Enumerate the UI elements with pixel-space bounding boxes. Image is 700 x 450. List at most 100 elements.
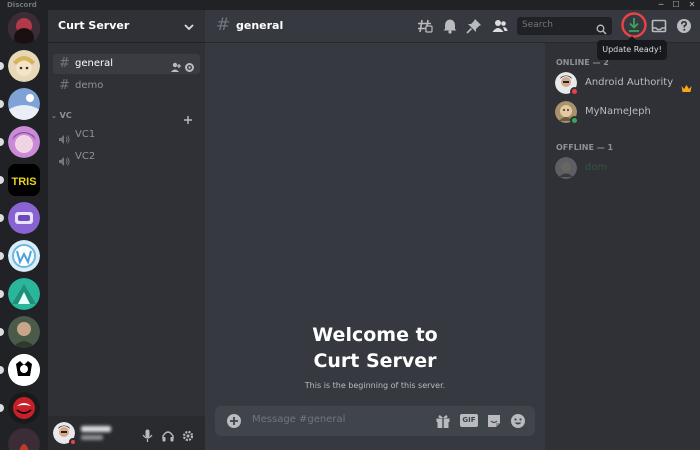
- title-bar: Discord ─ ☐ ✕: [0, 0, 700, 10]
- app-name: Discord: [7, 1, 37, 9]
- tooltip-arrow: [628, 36, 636, 40]
- category-label: VC: [59, 111, 72, 120]
- member-mynamejeph[interactable]: MyNameJeph: [555, 101, 695, 125]
- server-avatar-4-icon: [8, 126, 40, 158]
- server-icon-3[interactable]: [8, 88, 40, 120]
- search-input[interactable]: Search: [517, 17, 612, 35]
- svg-text:TRIS: TRIS: [11, 176, 36, 188]
- user-tag-redacted: [81, 435, 103, 440]
- unread-indicator: [0, 176, 4, 184]
- server-avatar-6-icon: [8, 202, 40, 234]
- hashtag-icon: #: [216, 15, 231, 35]
- unread-indicator: [0, 138, 4, 146]
- voice-category[interactable]: ⌄ VC: [51, 111, 72, 120]
- server-icon-12[interactable]: [8, 428, 40, 450]
- close-button[interactable]: ✕: [686, 0, 698, 10]
- discord-window: Discord ─ ☐ ✕ TRIS Curt Server # general…: [0, 0, 700, 450]
- invite-icon[interactable]: [171, 58, 182, 77]
- welcome-subtitle: This is the beginning of this server.: [304, 381, 446, 390]
- dnd-status-icon: [570, 87, 579, 96]
- sticker-icon[interactable]: [486, 413, 502, 433]
- server-icon-6[interactable]: [8, 202, 40, 234]
- maximize-button[interactable]: ☐: [670, 0, 682, 10]
- gear-icon[interactable]: [184, 58, 195, 77]
- server-avatar-1-icon: [8, 12, 40, 44]
- server-icon-9[interactable]: [8, 316, 40, 348]
- search-icon: [596, 20, 607, 39]
- channel-label: VC1: [75, 129, 96, 140]
- channel-label: VC2: [75, 151, 96, 162]
- voice-channel-vc1[interactable]: VC1: [53, 125, 200, 145]
- unread-indicator: [0, 252, 4, 260]
- server-avatar-10-icon: [8, 354, 40, 386]
- server-icon-5[interactable]: TRIS: [8, 164, 40, 196]
- user-panel: [48, 416, 205, 450]
- bell-icon[interactable]: [442, 18, 458, 34]
- message-composer[interactable]: Message #general GIF: [215, 406, 535, 436]
- server-icon-11[interactable]: [8, 392, 40, 424]
- gift-icon[interactable]: [435, 413, 451, 433]
- avatar: [555, 157, 577, 179]
- tooltip-text: Update Ready!: [602, 45, 662, 54]
- unread-indicator: [0, 62, 4, 70]
- channel-demo[interactable]: # demo: [53, 76, 200, 96]
- headphones-icon[interactable]: [162, 427, 174, 446]
- offline-header: OFFLINE — 1: [556, 143, 614, 152]
- speaker-icon: [58, 152, 70, 171]
- update-download-button[interactable]: [621, 12, 647, 38]
- server-avatar-9-icon: [8, 316, 40, 348]
- inbox-icon[interactable]: [651, 18, 667, 34]
- unread-indicator: [0, 328, 4, 336]
- channel-label: general: [75, 58, 114, 69]
- member-list: ONLINE — 2 Android Authority MyNameJeph …: [545, 43, 700, 450]
- unread-indicator: [0, 290, 4, 298]
- server-avatar-8-icon: [8, 278, 40, 310]
- chat-header: # general Search: [205, 10, 700, 43]
- server-avatar-5-icon: TRIS: [8, 164, 40, 196]
- member-name: dom: [585, 162, 608, 173]
- server-header[interactable]: Curt Server: [48, 10, 205, 43]
- member-dom[interactable]: dom: [555, 157, 695, 181]
- hashtag-icon: #: [59, 78, 70, 93]
- welcome-title-line-2: Curt Server: [313, 350, 437, 372]
- channel-label: demo: [75, 80, 104, 91]
- server-name: Curt Server: [58, 19, 130, 32]
- pin-icon[interactable]: [466, 18, 482, 34]
- channel-general[interactable]: # general: [53, 54, 200, 74]
- server-icon-2[interactable]: [8, 50, 40, 82]
- hashtag-icon: #: [59, 56, 70, 71]
- chevron-down-icon: ⌄: [51, 112, 57, 120]
- voice-channel-vc2[interactable]: VC2: [53, 147, 200, 167]
- minimize-button[interactable]: ─: [655, 0, 667, 10]
- gear-icon[interactable]: [182, 427, 194, 446]
- help-icon[interactable]: [676, 18, 692, 34]
- message-input-placeholder: Message #general: [252, 414, 346, 425]
- server-rail: TRIS: [0, 10, 48, 450]
- member-android-authority[interactable]: Android Authority: [555, 72, 695, 96]
- microphone-icon[interactable]: [142, 427, 153, 446]
- emoji-icon[interactable]: [510, 413, 526, 433]
- member-list-icon[interactable]: [492, 18, 508, 34]
- channel-sidebar: Curt Server # general # demo ⌄ VC VC1 VC…: [48, 10, 205, 450]
- search-placeholder: Search: [522, 20, 553, 30]
- server-avatar-7-icon: [8, 240, 40, 272]
- member-name: Android Authority: [585, 77, 674, 88]
- member-name: MyNameJeph: [585, 106, 651, 117]
- gif-button[interactable]: GIF: [460, 414, 478, 427]
- server-icon-8[interactable]: [8, 278, 40, 310]
- server-avatar-2-icon: [8, 50, 40, 82]
- unread-indicator: [0, 100, 4, 108]
- chevron-down-icon[interactable]: [183, 18, 195, 37]
- server-icon-10[interactable]: [8, 354, 40, 386]
- add-attachment-icon[interactable]: [226, 413, 242, 433]
- server-avatar-12-icon: [8, 428, 40, 450]
- online-status-icon: [570, 116, 579, 125]
- username-redacted: [81, 426, 111, 432]
- unread-indicator: [0, 404, 4, 412]
- unread-indicator: [0, 366, 4, 374]
- welcome-title-line-1: Welcome to: [312, 324, 438, 346]
- server-icon-4[interactable]: [8, 126, 40, 158]
- server-icon-7[interactable]: [8, 240, 40, 272]
- server-icon-1[interactable]: [8, 12, 40, 44]
- threads-icon[interactable]: [417, 18, 433, 34]
